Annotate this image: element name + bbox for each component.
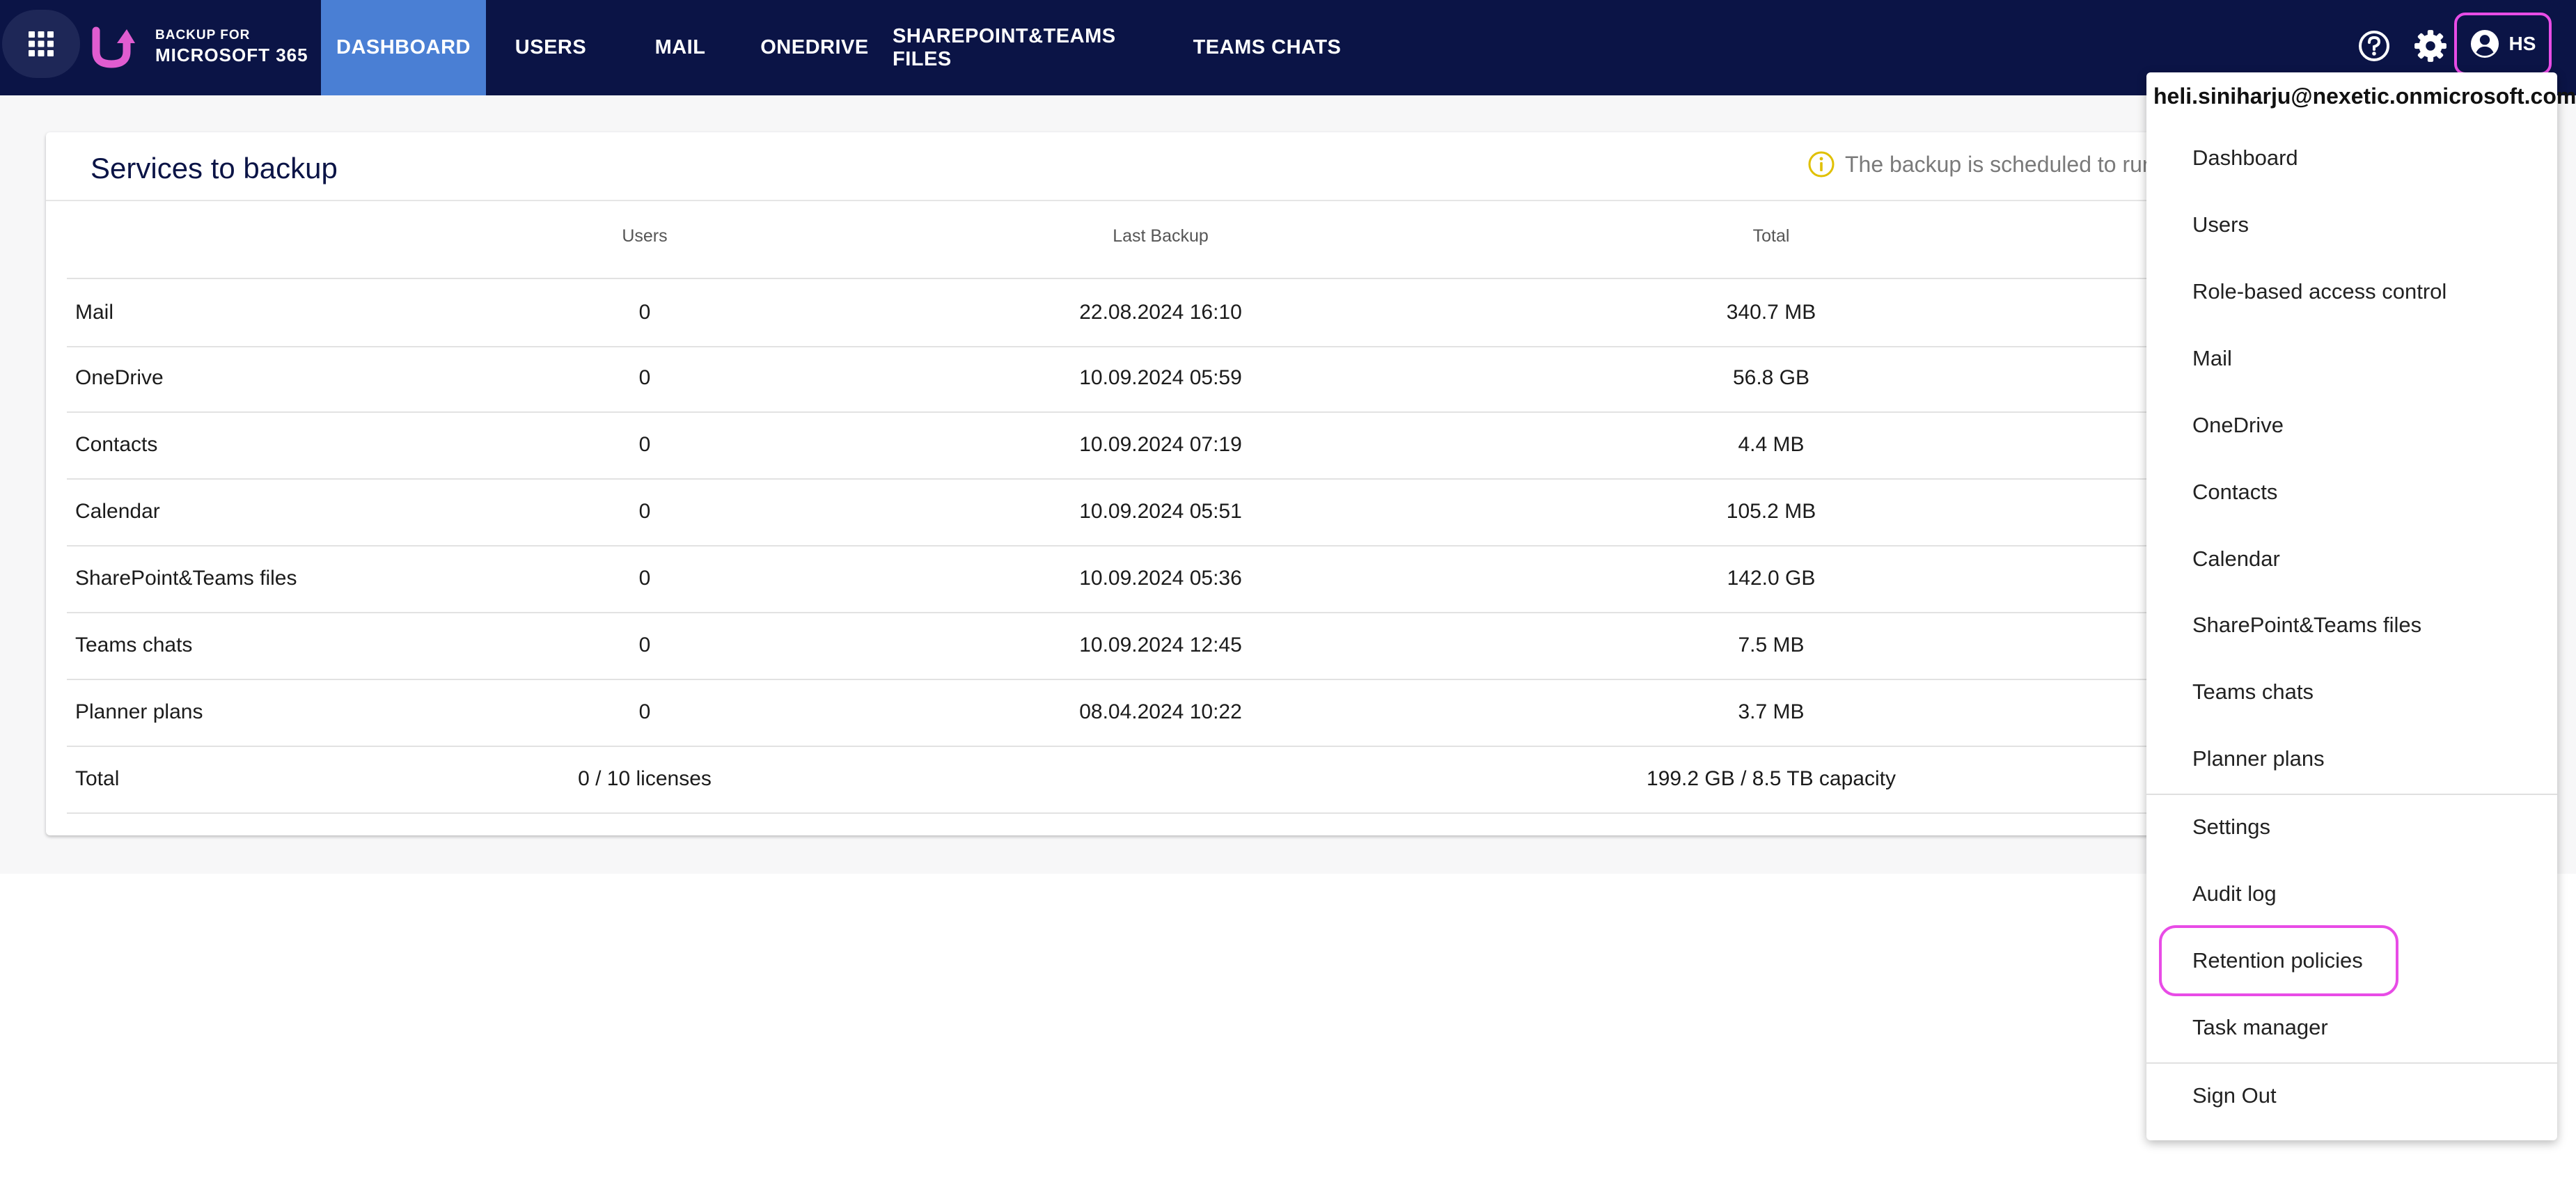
table-row-total: Total 0 / 10 licenses 199.2 GB / 8.5 TB … xyxy=(67,746,2343,814)
backup-schedule-notice: The backup is scheduled to run xyxy=(1807,150,2155,178)
tab-sharepoint-teams-files[interactable]: SHAREPOINT&TEAMS FILES xyxy=(893,0,1171,95)
user-account-button[interactable]: HS xyxy=(2454,13,2552,75)
help-icon xyxy=(2359,31,2389,61)
table-row-calendar: Calendar 0 10.09.2024 05:51 105.2 MB xyxy=(67,478,2343,546)
menu-item-contacts[interactable]: Contacts xyxy=(2192,471,2277,513)
table-row-sharepoint-teams-files: SharePoint&Teams files 0 10.09.2024 05:3… xyxy=(67,545,2343,613)
row-total: 142.0 GB xyxy=(1727,567,1816,590)
tab-dashboard[interactable]: DASHBOARD xyxy=(321,0,486,95)
menu-item-sharepoint-teams-files[interactable]: SharePoint&Teams files xyxy=(2192,604,2421,646)
menu-item-onedrive[interactable]: OneDrive xyxy=(2192,404,2284,446)
logo-text-top: BACKUP FOR xyxy=(155,28,251,42)
row-total: 7.5 MB xyxy=(1738,634,1805,656)
row-service-name: Planner plans xyxy=(75,700,203,723)
row-total: 4.4 MB xyxy=(1738,433,1805,456)
apps-grid-icon xyxy=(29,31,54,56)
menu-item-sign-out[interactable]: Sign Out xyxy=(2192,1075,2277,1117)
row-total: 3.7 MB xyxy=(1738,700,1805,723)
apps-launcher-button[interactable] xyxy=(2,10,80,78)
account-circle-icon xyxy=(2470,29,2499,58)
row-service-name: Calendar xyxy=(75,500,160,523)
tab-onedrive[interactable]: ONEDRIVE xyxy=(745,0,884,95)
row-last-backup: 10.09.2024 05:51 xyxy=(1079,500,1242,523)
help-button[interactable] xyxy=(2355,26,2394,65)
row-total: 56.8 GB xyxy=(1732,366,1810,389)
table-row-planner-plans: Planner plans 0 08.04.2024 10:22 3.7 MB xyxy=(67,679,2343,747)
retention-policies-highlight xyxy=(2159,925,2398,996)
table-row-onedrive: OneDrive 0 10.09.2024 05:59 56.8 GB xyxy=(67,345,2343,413)
tab-mail[interactable]: MAIL xyxy=(615,0,745,95)
row-users: 0 xyxy=(638,301,651,324)
menu-divider xyxy=(2146,794,2557,795)
tab-teams-chats[interactable]: TEAMS CHATS xyxy=(1184,0,1351,95)
menu-item-calendar[interactable]: Calendar xyxy=(2192,538,2280,580)
row-users: 0 xyxy=(638,634,651,656)
menu-item-planner-plans[interactable]: Planner plans xyxy=(2192,738,2325,780)
row-service-name: SharePoint&Teams files xyxy=(75,567,297,590)
row-users: 0 xyxy=(638,700,651,723)
row-last-backup: 10.09.2024 12:45 xyxy=(1079,634,1242,656)
row-service-name: Contacts xyxy=(75,433,158,456)
menu-user-email: heli.siniharju@nexetic.onmicrosoft.com xyxy=(2153,84,2576,109)
row-service-name: Mail xyxy=(75,301,114,324)
card-title: Services to backup xyxy=(91,152,338,184)
table-row-teams-chats: Teams chats 0 10.09.2024 12:45 7.5 MB xyxy=(67,612,2343,680)
settings-gear-icon xyxy=(2414,30,2447,62)
notice-text: The backup is scheduled to run xyxy=(1845,151,2155,177)
services-to-backup-card: Services to backup The backup is schedul… xyxy=(46,132,2343,835)
row-service-name: OneDrive xyxy=(75,366,164,389)
row-users: 0 xyxy=(638,433,651,456)
column-header-last-backup: Last Backup xyxy=(1113,226,1209,246)
row-users: 0 / 10 licenses xyxy=(578,767,712,790)
row-last-backup: 10.09.2024 05:36 xyxy=(1079,567,1242,590)
backup-logo-icon xyxy=(92,26,135,68)
menu-item-teams-chats[interactable]: Teams chats xyxy=(2192,671,2314,713)
row-total: 340.7 MB xyxy=(1726,301,1816,324)
menu-item-mail[interactable]: Mail xyxy=(2192,338,2232,379)
row-last-backup: 10.09.2024 05:59 xyxy=(1079,366,1242,389)
settings-button[interactable] xyxy=(2411,26,2450,65)
tab-users[interactable]: USERS xyxy=(486,0,615,95)
row-users: 0 xyxy=(638,366,651,389)
row-service-name: Total xyxy=(75,767,120,790)
menu-item-settings[interactable]: Settings xyxy=(2192,806,2270,848)
row-users: 0 xyxy=(638,567,651,590)
row-total: 105.2 MB xyxy=(1726,500,1816,523)
menu-item-dashboard[interactable]: Dashboard xyxy=(2192,137,2298,179)
row-users: 0 xyxy=(638,500,651,523)
menu-item-task-manager[interactable]: Task manager xyxy=(2192,1007,2328,1048)
column-header-total: Total xyxy=(1752,226,1790,246)
menu-divider xyxy=(2146,1062,2557,1064)
menu-item-users[interactable]: Users xyxy=(2192,204,2249,246)
table-row-contacts: Contacts 0 10.09.2024 07:19 4.4 MB xyxy=(67,411,2343,480)
row-service-name: Teams chats xyxy=(75,634,193,656)
menu-item-role-based-access-control[interactable]: Role-based access control xyxy=(2192,271,2447,313)
row-last-backup: 08.04.2024 10:22 xyxy=(1079,700,1242,723)
table-row-mail: Mail 0 22.08.2024 16:10 340.7 MB xyxy=(67,278,2343,347)
card-header-divider xyxy=(46,200,2343,201)
user-initials: HS xyxy=(2508,33,2536,54)
menu-item-audit-log[interactable]: Audit log xyxy=(2192,873,2277,915)
product-logo[interactable]: BACKUP FOR MICROSOFT 365 xyxy=(91,21,313,74)
row-total: 199.2 GB / 8.5 TB capacity xyxy=(1647,767,1896,790)
column-header-users: Users xyxy=(622,226,668,246)
info-icon xyxy=(1808,151,1835,178)
row-last-backup: 22.08.2024 16:10 xyxy=(1079,301,1242,324)
logo-text-bottom: MICROSOFT 365 xyxy=(155,45,308,65)
row-last-backup: 10.09.2024 07:19 xyxy=(1079,433,1242,456)
